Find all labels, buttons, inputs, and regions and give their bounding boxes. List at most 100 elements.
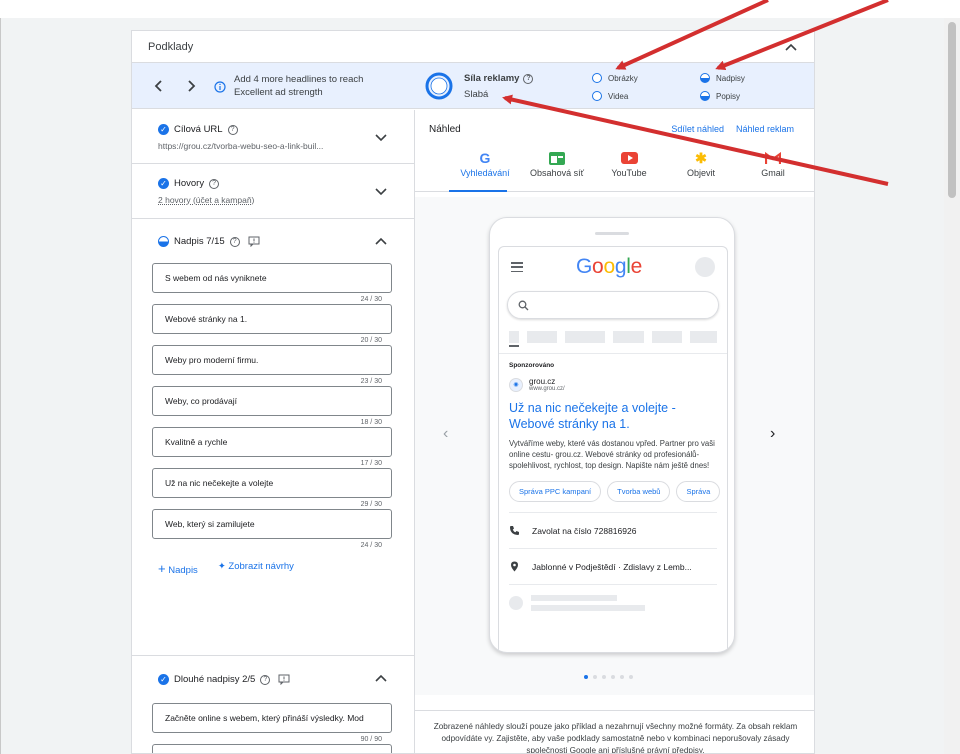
final-url-value: https://grou.cz/tvorba-webu-seo-a-link-b… xyxy=(158,141,324,151)
asset-descriptions: Popisy xyxy=(700,91,740,101)
headline-counter-4: 18 / 30 xyxy=(360,419,382,426)
google-logo: Google xyxy=(576,255,642,278)
content-columns: ✓ Cílová URL ? https://grou.cz/tvorba-we… xyxy=(132,110,814,753)
chevron-down-icon[interactable] xyxy=(374,130,388,144)
strength-hint: Add 4 more headlines to reach Excellent … xyxy=(234,73,364,98)
panel-title: Podklady xyxy=(148,40,194,53)
headline-input-3[interactable]: Weby pro moderní firmu. xyxy=(152,345,392,375)
headline-input-4[interactable]: Weby, co prodávají xyxy=(152,386,392,416)
ad-strength-banner: Add 4 more headlines to reach Excellent … xyxy=(132,62,814,109)
search-bar xyxy=(507,291,719,319)
ad-headline: Už na nic nečekejte a volejte - Webové s… xyxy=(509,401,676,431)
google-g-icon: G xyxy=(479,150,491,166)
chevron-down-icon[interactable] xyxy=(374,184,388,198)
show-suggestions-button[interactable]: ✦ Zobrazit návrhy xyxy=(218,561,294,576)
tab-discover[interactable]: ✱ Objevit xyxy=(665,148,737,191)
panel-header[interactable]: Podklady xyxy=(132,31,814,62)
assets-panel: Podklady Add 4 more headlines to reach E… xyxy=(131,30,815,754)
long-headline-input-2[interactable] xyxy=(152,744,392,753)
tab-display[interactable]: Obsahová síť xyxy=(521,148,593,191)
feedback-icon[interactable] xyxy=(278,674,290,685)
preview-title: Náhled xyxy=(429,123,461,135)
location-pin-icon xyxy=(511,561,518,572)
chevron-left-icon[interactable] xyxy=(152,79,166,93)
headline-counter-6: 29 / 30 xyxy=(360,501,382,508)
chevron-up-icon[interactable] xyxy=(784,40,798,54)
plus-icon: + xyxy=(158,561,166,576)
chevron-right-icon[interactable] xyxy=(184,79,198,93)
empty-circle-icon xyxy=(592,91,602,101)
help-icon[interactable]: ? xyxy=(523,73,534,84)
add-headline-button[interactable]: + Nadpis xyxy=(158,561,198,576)
help-icon[interactable]: ? xyxy=(227,124,238,135)
headline-input-7[interactable]: Web, který si zamilujete xyxy=(152,509,392,539)
advertiser-url: www.grou.cz/ xyxy=(529,386,565,392)
asset-headlines: Nadpisy xyxy=(700,73,745,83)
headline-counter-1: 24 / 30 xyxy=(360,296,382,303)
chevron-left-icon[interactable]: ‹ xyxy=(443,425,448,443)
ad-preview-link[interactable]: Náhled reklam xyxy=(736,124,794,134)
youtube-icon xyxy=(620,148,638,168)
headline-counter-7: 24 / 30 xyxy=(360,542,382,549)
tab-youtube[interactable]: YouTube xyxy=(593,148,665,191)
display-network-icon xyxy=(549,148,565,168)
tab-search[interactable]: G Vyhledávání xyxy=(449,148,521,192)
chevron-right-icon[interactable]: › xyxy=(770,425,775,443)
chevron-up-icon[interactable] xyxy=(374,234,388,248)
result-placeholder xyxy=(509,584,717,611)
headline-input-5[interactable]: Kvalitně a rychle xyxy=(152,427,392,457)
preview-pane: Náhled Sdílet náhled Náhled reklam G Vyh… xyxy=(415,110,814,753)
calls-section[interactable]: ✓ Hovory ? 2 hovory (účet a kampaň) xyxy=(132,164,414,219)
calls-value[interactable]: 2 hovory (účet a kampaň) xyxy=(158,195,388,205)
headline-counter-5: 17 / 30 xyxy=(360,460,382,467)
long-headlines-section: ✓ Dlouhé nadpisy 2/5 ? Začněte online s … xyxy=(132,656,414,753)
headline-input-1[interactable]: S webem od nás vyniknete xyxy=(152,263,392,293)
favicon-icon: ◉ xyxy=(509,377,523,392)
help-icon[interactable]: ? xyxy=(260,674,271,685)
gmail-icon xyxy=(765,148,781,168)
feedback-icon[interactable] xyxy=(248,236,260,247)
headline-counter-3: 23 / 30 xyxy=(360,378,382,385)
phone-mockup: Google Sponzorováno ◉ grou.cz www.grou.c… xyxy=(489,217,735,653)
empty-circle-icon xyxy=(592,73,602,83)
calls-title: Hovory xyxy=(174,178,205,189)
preview-header: Náhled Sdílet náhled Náhled reklam xyxy=(415,110,814,148)
long-headline-input-1[interactable]: Začněte online s webem, který přináší vý… xyxy=(152,703,392,733)
phone-screen: Google Sponzorováno ◉ grou.cz www.grou.c… xyxy=(498,246,728,652)
final-url-section[interactable]: ✓ Cílová URL ? https://grou.cz/tvorba-we… xyxy=(132,110,414,164)
help-icon[interactable]: ? xyxy=(209,178,220,189)
check-icon: ✓ xyxy=(158,178,169,189)
phone-icon xyxy=(510,526,519,535)
discover-icon: ✱ xyxy=(695,149,707,166)
call-extension: Zavolat na číslo 728816926 xyxy=(509,512,717,548)
sitelink-chip: Správa PPC kampaní xyxy=(509,481,602,502)
strength-ring-icon xyxy=(425,72,453,100)
chevron-up-icon[interactable] xyxy=(374,671,388,685)
headline-actions: + Nadpis ✦ Zobrazit návrhy xyxy=(158,561,388,592)
strength-title: Síla reklamy xyxy=(464,73,520,84)
headline-input-2[interactable]: Webové stránky na 1. xyxy=(152,304,392,334)
phone-speaker xyxy=(595,232,629,235)
share-preview-link[interactable]: Sdílet náhled xyxy=(671,124,724,134)
help-icon[interactable]: ? xyxy=(229,236,240,247)
page-scrollbar-thumb[interactable] xyxy=(948,22,956,198)
sitelink-chip: Správa xyxy=(676,481,721,502)
asset-editor: ✓ Cílová URL ? https://grou.cz/tvorba-we… xyxy=(132,110,415,753)
sitelinks: Správa PPC kampaní Tvorba webů Správa xyxy=(509,481,721,502)
tab-gmail[interactable]: Gmail xyxy=(737,148,809,191)
preview-tabs: G Vyhledávání Obsahová síť YouTube ✱ Obj… xyxy=(415,148,814,192)
info-icon xyxy=(214,80,226,93)
ad-preview: Sponzorováno ◉ grou.cz www.grou.cz/ Už n… xyxy=(499,353,727,611)
advertiser-name: grou.cz xyxy=(529,377,556,386)
sponsored-label: Sponzorováno xyxy=(509,362,555,369)
headline-counter-2: 20 / 30 xyxy=(360,337,382,344)
avatar xyxy=(694,257,715,277)
check-icon: ✓ xyxy=(158,124,169,135)
long-headlines-title: Dlouhé nadpisy 2/5 xyxy=(174,674,256,685)
location-extension: Jablonné v Podještědí · Zdislavy z Lemb.… xyxy=(509,548,717,584)
carousel-dots[interactable] xyxy=(584,675,633,679)
strength-value: Slabá xyxy=(464,89,489,100)
headlines-section: Nadpis 7/15 ? S webem od nás vyniknete 2… xyxy=(132,219,414,656)
half-circle-icon xyxy=(700,73,710,83)
headline-input-6[interactable]: Už na nic nečekejte a volejte xyxy=(152,468,392,498)
